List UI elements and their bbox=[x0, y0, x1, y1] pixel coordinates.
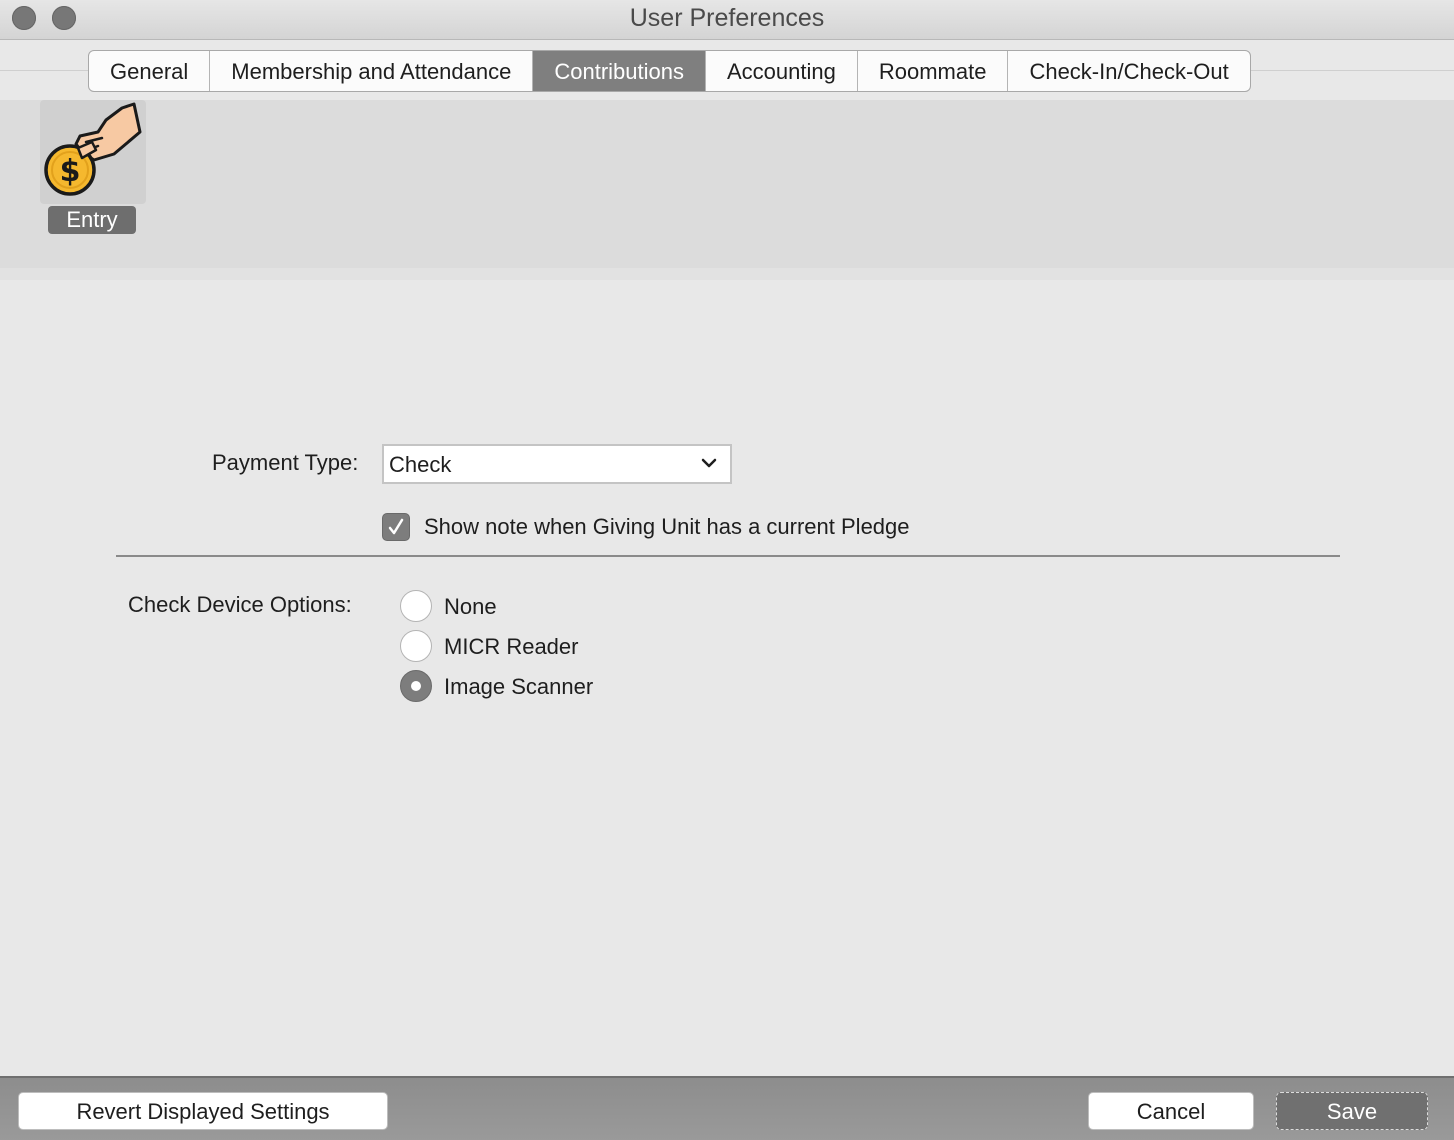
pledge-note-checkbox[interactable] bbox=[382, 513, 410, 541]
entry-section-button[interactable]: $ Entry bbox=[40, 100, 146, 240]
radio-none[interactable] bbox=[400, 590, 432, 622]
payment-type-select[interactable]: Check bbox=[382, 444, 732, 484]
title-bar: User Preferences bbox=[0, 0, 1454, 40]
tab-bar: General Membership and Attendance Contri… bbox=[88, 50, 1251, 92]
radio-micr-reader-label[interactable]: MICR Reader bbox=[444, 634, 578, 660]
tab-general[interactable]: General bbox=[89, 51, 211, 91]
tab-membership-and-attendance[interactable]: Membership and Attendance bbox=[210, 51, 534, 91]
checkmark-icon bbox=[388, 518, 404, 535]
payment-type-label: Payment Type: bbox=[212, 450, 359, 475]
footer-bar: Revert Displayed Settings Cancel Save bbox=[0, 1076, 1454, 1140]
tab-check-in-check-out[interactable]: Check-In/Check-Out bbox=[1008, 51, 1249, 91]
chevron-down-icon bbox=[700, 456, 718, 475]
tab-accounting[interactable]: Accounting bbox=[706, 51, 858, 91]
radio-image-scanner-label[interactable]: Image Scanner bbox=[444, 674, 593, 700]
radio-micr-reader[interactable] bbox=[400, 630, 432, 662]
radio-image-scanner[interactable] bbox=[400, 670, 432, 702]
tab-roommate[interactable]: Roommate bbox=[858, 51, 1009, 91]
check-device-options-label: Check Device Options: bbox=[128, 592, 352, 617]
window-title: User Preferences bbox=[629, 4, 825, 32]
tab-contributions[interactable]: Contributions bbox=[533, 51, 706, 91]
revert-displayed-settings-button[interactable]: Revert Displayed Settings bbox=[18, 1092, 388, 1130]
hand-coin-icon: $ bbox=[40, 100, 146, 204]
svg-text:$: $ bbox=[60, 154, 81, 189]
entry-section-label: Entry bbox=[48, 206, 136, 234]
radio-none-label[interactable]: None bbox=[444, 594, 497, 620]
payment-type-value: Check bbox=[389, 452, 452, 477]
section-icon-bar: $ Entry bbox=[0, 100, 1454, 280]
cancel-button[interactable]: Cancel bbox=[1088, 1092, 1254, 1130]
save-button[interactable]: Save bbox=[1276, 1092, 1428, 1130]
section-divider bbox=[116, 555, 1340, 557]
preferences-window: User Preferences General Membership and … bbox=[0, 0, 1454, 1140]
pledge-note-label[interactable]: Show note when Giving Unit has a current… bbox=[424, 514, 910, 540]
